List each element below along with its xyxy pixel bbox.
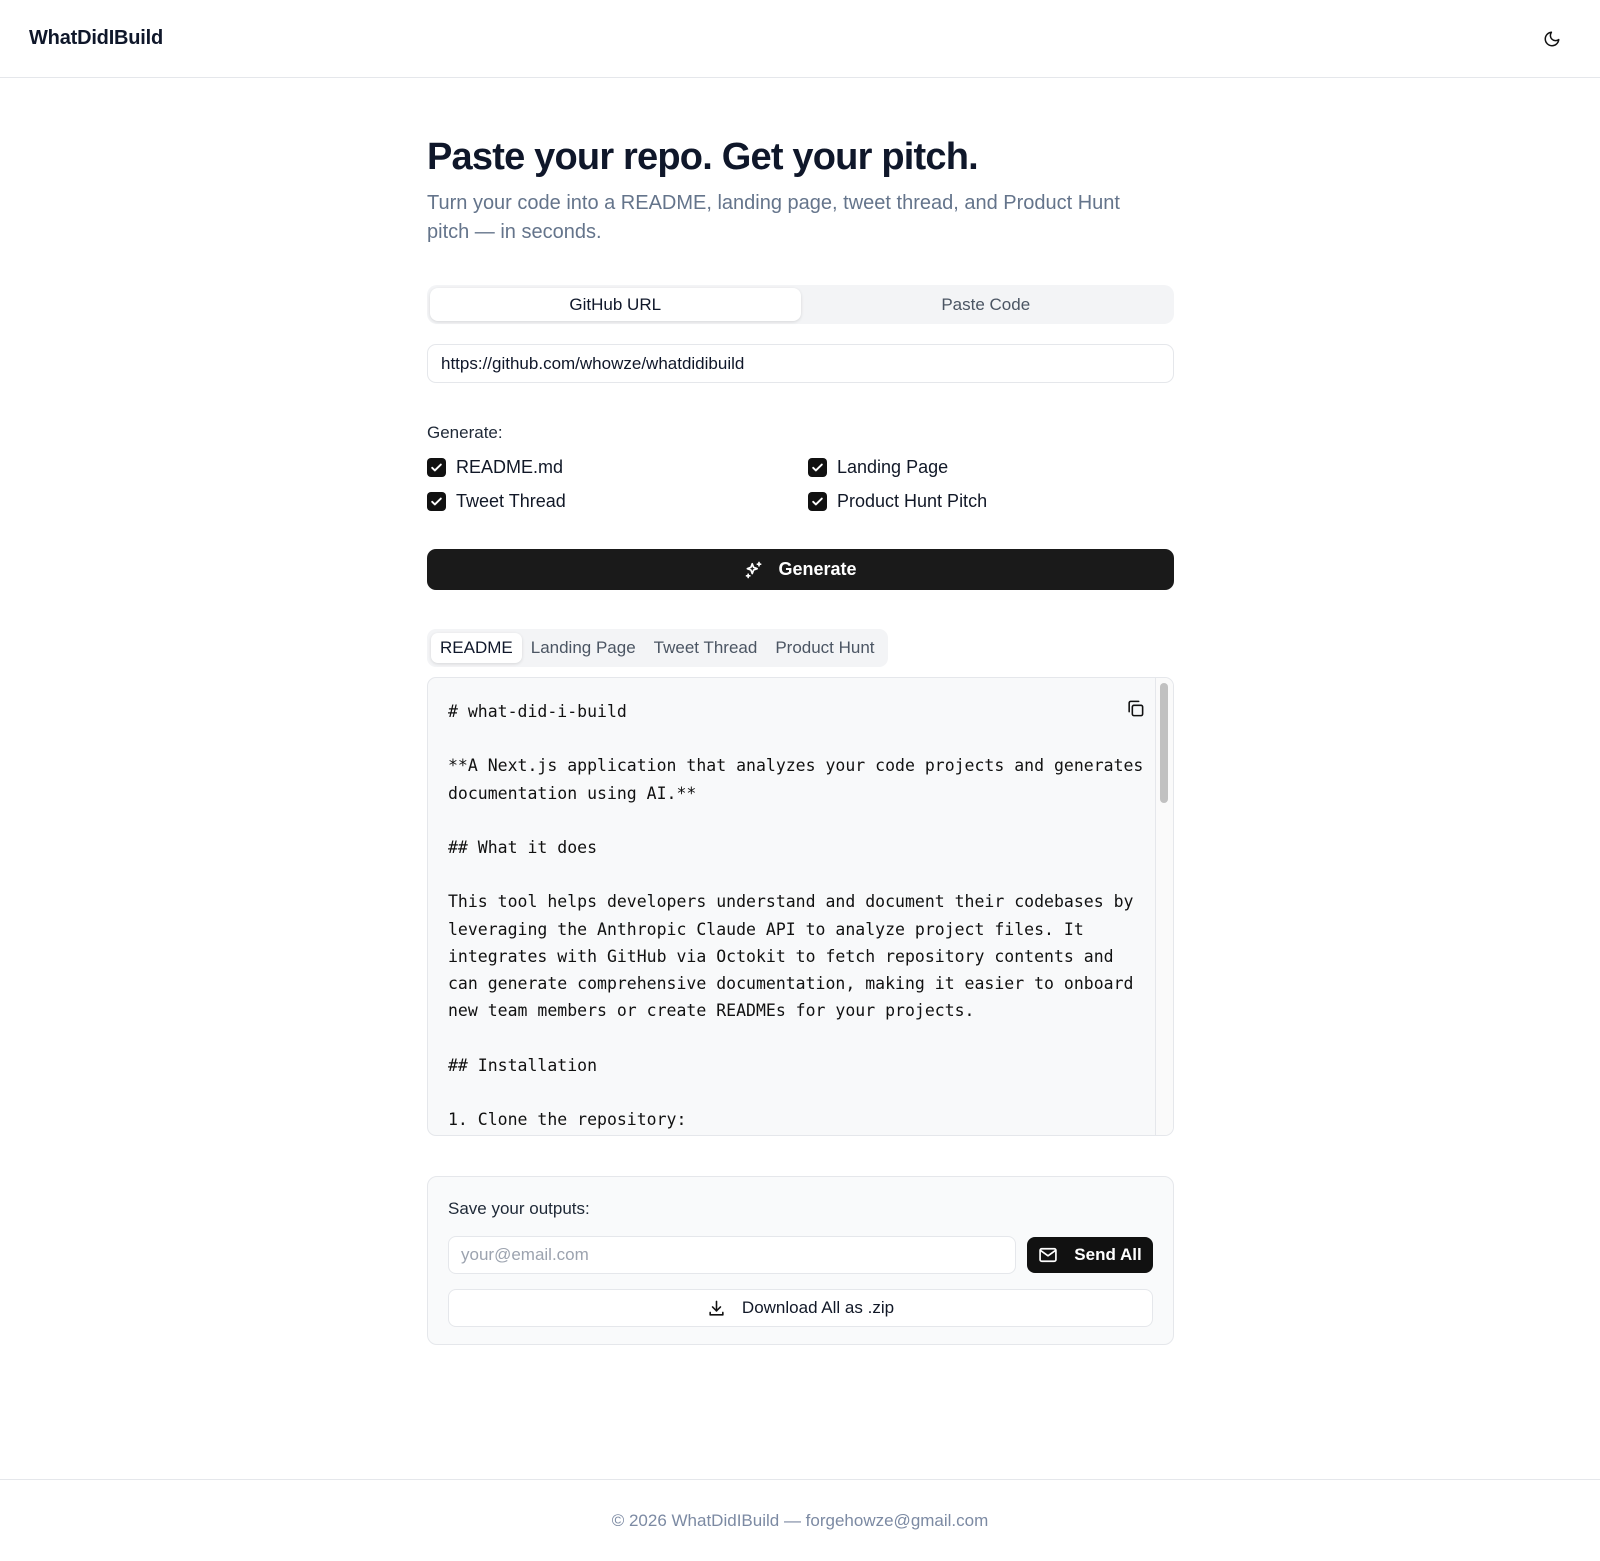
check-icon [812, 497, 823, 505]
copy-button[interactable] [1123, 696, 1147, 720]
tab-tweet-thread[interactable]: Tweet Thread [645, 633, 767, 663]
email-row: Send All [448, 1236, 1153, 1274]
output-panel[interactable]: # what-did-i-build **A Next.js applicati… [427, 677, 1174, 1136]
generate-button[interactable]: Generate [427, 549, 1174, 590]
save-outputs-label: Save your outputs: [448, 1199, 590, 1218]
check-icon [431, 463, 442, 471]
send-all-label: Send All [1074, 1245, 1142, 1264]
email-input[interactable] [448, 1236, 1016, 1274]
save-outputs-card: Save your outputs: Send All Download All… [427, 1176, 1174, 1345]
option-label: Landing Page [837, 456, 949, 477]
tab-github-url[interactable]: GitHub URL [430, 288, 801, 321]
option-readme[interactable]: README.md [427, 457, 808, 477]
check-icon [431, 497, 442, 505]
option-tweet-thread[interactable]: Tweet Thread [427, 491, 808, 511]
footer-text: © 2026 WhatDidIBuild — forgehowze@gmail.… [611, 1510, 989, 1530]
brand-logo[interactable]: WhatDidIBuild [29, 27, 163, 50]
moon-icon [1544, 31, 1560, 46]
footer: © 2026 WhatDidIBuild — forgehowze@gmail.… [0, 1479, 1600, 1561]
top-bar: WhatDidIBuild [0, 0, 1600, 78]
theme-toggle-button[interactable] [1534, 21, 1570, 57]
scrollbar[interactable] [1155, 678, 1173, 1135]
sparkles-icon [744, 560, 764, 580]
output-content[interactable]: # what-did-i-build **A Next.js applicati… [448, 698, 1148, 1133]
scrollbar-thumb[interactable] [1160, 683, 1168, 803]
option-product-hunt-pitch[interactable]: Product Hunt Pitch [808, 491, 1174, 511]
checkbox-tweet-thread[interactable] [427, 491, 446, 511]
option-landing-page[interactable]: Landing Page [808, 457, 1174, 477]
option-label: Product Hunt Pitch [837, 490, 988, 511]
tab-paste-code[interactable]: Paste Code [801, 288, 1172, 321]
mail-icon [1038, 1245, 1058, 1265]
generate-options-label: Generate: [427, 423, 503, 442]
option-label: README.md [456, 456, 564, 477]
download-zip-label: Download All as .zip [741, 1298, 895, 1317]
download-icon [707, 1299, 726, 1318]
generate-button-label: Generate [778, 559, 857, 579]
option-label: Tweet Thread [456, 490, 566, 511]
generate-options: README.md Landing Page Tweet Thread Prod… [427, 457, 1174, 511]
github-url-input[interactable] [427, 344, 1174, 383]
tab-product-hunt[interactable]: Product Hunt [766, 633, 883, 663]
send-all-button[interactable]: Send All [1027, 1237, 1153, 1273]
page-subtitle: Turn your code into a README, landing pa… [427, 192, 1120, 243]
tab-landing-page[interactable]: Landing Page [522, 633, 645, 663]
input-mode-tabs: GitHub URL Paste Code [427, 285, 1174, 324]
page-title: Paste your repo. Get your pitch. [427, 136, 979, 178]
tab-readme[interactable]: README [431, 633, 522, 663]
checkbox-product-hunt-pitch[interactable] [808, 491, 827, 511]
output-tabs: README Landing Page Tweet Thread Product… [427, 629, 888, 667]
main-content: Paste your repo. Get your pitch. Turn yo… [427, 78, 1174, 1345]
download-zip-button[interactable]: Download All as .zip [448, 1289, 1153, 1327]
check-icon [812, 463, 823, 471]
copy-icon [1127, 700, 1143, 716]
checkbox-landing-page[interactable] [808, 457, 827, 477]
checkbox-readme[interactable] [427, 457, 446, 477]
